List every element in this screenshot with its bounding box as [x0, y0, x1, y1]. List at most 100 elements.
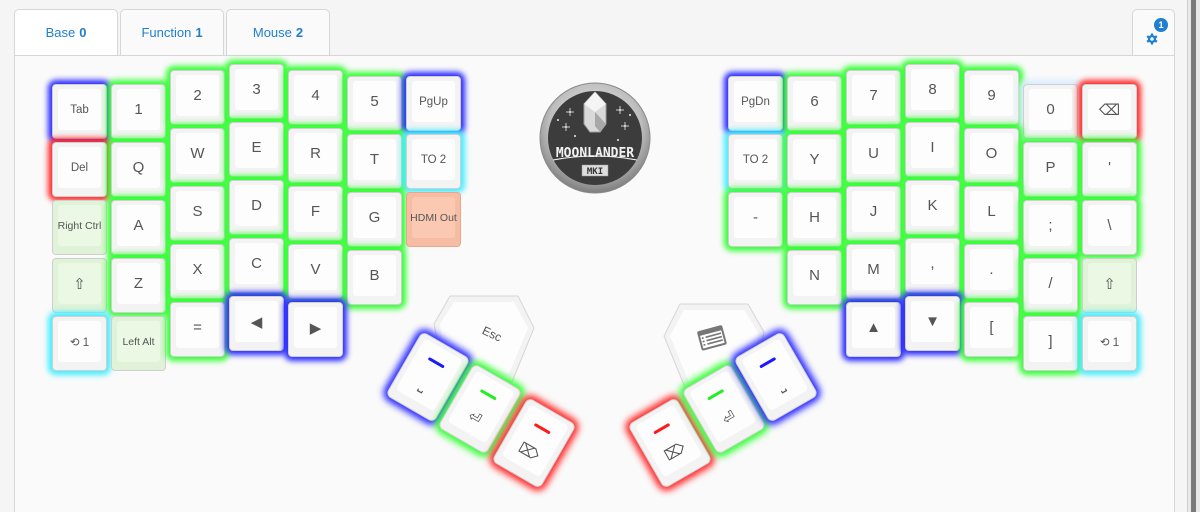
- key-l[interactable]: L: [964, 186, 1019, 241]
- key-label: ⌫: [1098, 101, 1121, 119]
- key-backspace[interactable]: ⌫: [1082, 84, 1137, 139]
- key-label: 0: [1046, 101, 1055, 118]
- key-n[interactable]: N: [787, 250, 842, 305]
- key-shift[interactable]: ⇧: [52, 258, 107, 313]
- key-to-2[interactable]: TO 2: [728, 134, 783, 189]
- tab-label: Function: [141, 25, 192, 40]
- key-label: C: [251, 255, 262, 272]
- key-to-2[interactable]: TO 2: [406, 134, 461, 189]
- scrollbar[interactable]: [1187, 0, 1200, 512]
- key-q[interactable]: Q: [111, 142, 166, 197]
- key-label: N: [809, 267, 820, 284]
- key-label: ,: [930, 255, 935, 272]
- key-i[interactable]: I: [905, 122, 960, 177]
- key-label: Y: [809, 151, 820, 168]
- key-backslash[interactable]: \: [1082, 200, 1137, 255]
- key-semicolon[interactable]: ;: [1023, 200, 1078, 255]
- key-hdmi-out[interactable]: HDMI Out: [406, 192, 461, 247]
- key-k[interactable]: K: [905, 180, 960, 235]
- key-o[interactable]: O: [964, 128, 1019, 183]
- key-minus[interactable]: -: [728, 192, 783, 247]
- key-right-bracket[interactable]: ]: [1023, 316, 1078, 371]
- key-a[interactable]: A: [111, 200, 166, 255]
- key-r[interactable]: R: [288, 128, 343, 183]
- key-b[interactable]: B: [347, 250, 402, 305]
- key-m[interactable]: M: [846, 244, 901, 299]
- key-left-alt[interactable]: Left Alt: [111, 316, 166, 371]
- key-label: 8: [928, 81, 937, 98]
- key-right-ctrl[interactable]: Right Ctrl: [52, 200, 107, 255]
- enter-icon: ⏎: [465, 407, 485, 429]
- key-quote[interactable]: ': [1082, 142, 1137, 197]
- key-right-arrow[interactable]: ▶: [288, 302, 343, 357]
- key-comma[interactable]: ,: [905, 238, 960, 293]
- key-left-arrow[interactable]: ◀: [229, 296, 284, 351]
- key-c[interactable]: C: [229, 238, 284, 293]
- logo-subtext: MKI: [587, 167, 603, 177]
- key-label: /: [1048, 275, 1053, 292]
- key-7[interactable]: 7: [846, 70, 901, 125]
- key-u[interactable]: U: [846, 128, 901, 183]
- key-v[interactable]: V: [288, 244, 343, 299]
- key-w[interactable]: W: [170, 128, 225, 183]
- key-4[interactable]: 4: [288, 70, 343, 125]
- key-pgup[interactable]: PgUp: [406, 76, 461, 131]
- key-d[interactable]: D: [229, 180, 284, 235]
- key-pgdn[interactable]: PgDn: [728, 76, 783, 131]
- settings-button[interactable]: 1: [1132, 9, 1175, 55]
- key-period[interactable]: .: [964, 244, 1019, 299]
- delete-icon: ⌦: [661, 438, 689, 465]
- key-9[interactable]: 9: [964, 70, 1019, 125]
- key-6[interactable]: 6: [787, 76, 842, 131]
- key-j[interactable]: J: [846, 186, 901, 241]
- key-shift[interactable]: ⇧: [1082, 258, 1137, 313]
- tab-mouse[interactable]: Mouse 2: [226, 9, 330, 55]
- key-2[interactable]: 2: [170, 70, 225, 125]
- key-label: \: [1107, 217, 1112, 234]
- key-label: O: [985, 145, 998, 162]
- key-left-bracket[interactable]: [: [964, 302, 1019, 357]
- key-layer-toggle-1[interactable]: ⟲ 1: [52, 316, 107, 371]
- key-up-arrow[interactable]: ▲: [846, 302, 901, 357]
- key-x[interactable]: X: [170, 244, 225, 299]
- key-label: A: [133, 217, 144, 234]
- key-label: TO 2: [420, 153, 447, 166]
- led-indicator: [427, 356, 445, 369]
- key-h[interactable]: H: [787, 192, 842, 247]
- key-equals[interactable]: =: [170, 302, 225, 357]
- tab-function[interactable]: Function 1: [120, 9, 224, 55]
- key-label: ▶: [309, 319, 322, 337]
- key-tab[interactable]: Tab: [52, 84, 107, 139]
- key-label: G: [368, 209, 381, 226]
- key-f[interactable]: F: [288, 186, 343, 241]
- key-label: 1: [134, 101, 143, 118]
- key-p[interactable]: P: [1023, 142, 1078, 197]
- key-0[interactable]: 0: [1023, 84, 1078, 139]
- led-indicator: [652, 422, 671, 435]
- key-layer-toggle-1[interactable]: ⟲ 1: [1082, 316, 1137, 371]
- key-down-arrow[interactable]: ▼: [905, 296, 960, 351]
- tab-label: Base: [45, 25, 76, 40]
- logo-text: MOONLANDER: [556, 146, 634, 161]
- key-8[interactable]: 8: [905, 64, 960, 119]
- key-g[interactable]: G: [347, 192, 402, 247]
- key-del[interactable]: Del: [52, 142, 107, 197]
- key-label: 4: [311, 87, 320, 104]
- key-1[interactable]: 1: [111, 84, 166, 139]
- key-z[interactable]: Z: [111, 258, 166, 313]
- key-label: D: [251, 197, 262, 214]
- tab-base[interactable]: Base 0: [14, 9, 118, 55]
- key-y[interactable]: Y: [787, 134, 842, 189]
- key-label: 5: [370, 93, 379, 110]
- scrollbar-thumb[interactable]: [1191, 0, 1196, 512]
- key-5[interactable]: 5: [347, 76, 402, 131]
- key-label: ': [1108, 159, 1111, 176]
- key-slash[interactable]: /: [1023, 258, 1078, 313]
- key-label: PgDn: [741, 95, 770, 108]
- key-e[interactable]: E: [229, 122, 284, 177]
- key-label: V: [310, 261, 321, 278]
- key-label: ⇧: [73, 275, 86, 293]
- key-t[interactable]: T: [347, 134, 402, 189]
- key-s[interactable]: S: [170, 186, 225, 241]
- key-3[interactable]: 3: [229, 64, 284, 119]
